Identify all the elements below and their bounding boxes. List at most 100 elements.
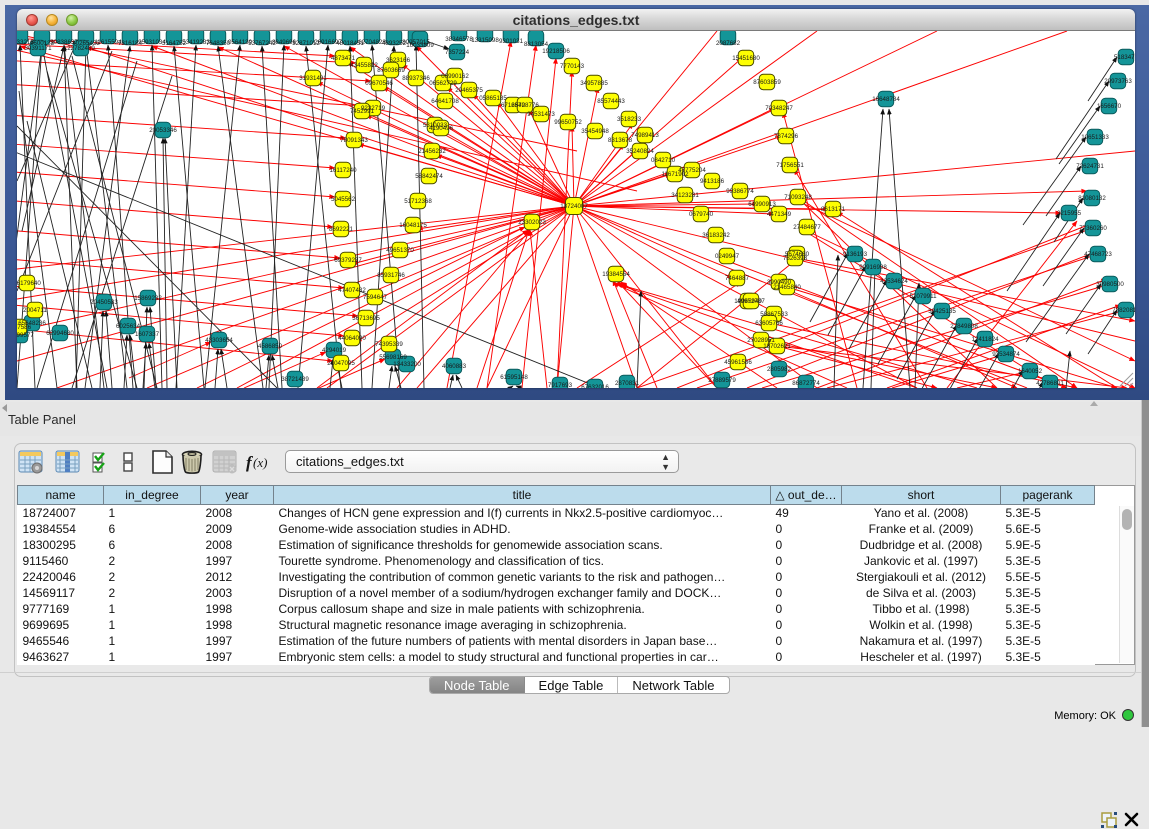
svg-text:78091343: 78091343 <box>340 137 368 144</box>
svg-text:29973763: 29973763 <box>1104 78 1132 85</box>
svg-text:43699577: 43699577 <box>17 332 34 339</box>
svg-text:72624731: 72624731 <box>1076 163 1104 170</box>
svg-text:20053346: 20053346 <box>149 127 177 134</box>
svg-text:11671902: 11671902 <box>661 171 689 178</box>
svg-text:7826398: 7826398 <box>783 255 808 262</box>
svg-text:(x): (x) <box>253 455 267 470</box>
svg-text:28498776: 28498776 <box>511 102 539 109</box>
svg-text:30980500: 30980500 <box>1096 281 1124 288</box>
svg-text:8692221: 8692221 <box>329 226 354 233</box>
svg-text:49972787: 49972787 <box>737 298 765 305</box>
svg-text:16033809: 16033809 <box>406 42 434 49</box>
svg-text:06990162: 06990162 <box>441 73 469 80</box>
svg-text:9301031: 9301031 <box>499 38 524 45</box>
svg-text:85931746: 85931746 <box>377 272 405 279</box>
svg-text:1640052: 1640052 <box>1018 368 1043 375</box>
svg-text:8613171: 8613171 <box>821 206 846 213</box>
svg-text:09670546: 09670546 <box>365 80 393 87</box>
svg-text:42786801: 42786801 <box>1036 380 1064 387</box>
svg-text:55698169: 55698169 <box>379 354 407 361</box>
svg-text:7917693: 7917693 <box>548 382 573 388</box>
svg-text:05865185: 05865185 <box>479 95 507 102</box>
svg-text:38346578: 38346578 <box>445 36 473 43</box>
svg-text:38721489: 38721489 <box>281 376 309 383</box>
svg-text:43455812: 43455812 <box>350 62 378 69</box>
svg-text:94531473: 94531473 <box>527 111 555 118</box>
svg-text:27889579: 27889579 <box>708 377 736 384</box>
svg-text:87603859: 87603859 <box>753 79 781 86</box>
svg-text:13315098: 13315098 <box>471 37 499 44</box>
svg-text:27484677: 27484677 <box>793 224 821 231</box>
svg-text:99386774: 99386774 <box>726 188 754 195</box>
svg-text:74989413: 74989413 <box>631 132 659 139</box>
svg-text:0679740: 0679740 <box>689 211 714 218</box>
svg-text:35454948: 35454948 <box>581 128 609 135</box>
svg-text:49651370: 49651370 <box>386 247 414 254</box>
svg-text:7357224: 7357224 <box>445 49 470 56</box>
svg-text:23302023: 23302023 <box>518 219 546 226</box>
svg-text:45961586: 45961586 <box>724 359 752 366</box>
svg-text:2805982: 2805982 <box>767 366 792 373</box>
svg-text:36713695: 36713695 <box>352 315 380 322</box>
svg-text:77360260: 77360260 <box>1079 225 1107 232</box>
svg-text:8313678: 8313678 <box>608 137 633 144</box>
svg-text:62994680: 62994680 <box>46 330 74 337</box>
svg-text:9413186: 9413186 <box>700 178 725 185</box>
svg-text:5045562: 5045562 <box>331 196 356 203</box>
svg-text:71756551: 71756551 <box>776 162 804 169</box>
svg-text:74395339: 74395339 <box>375 341 403 348</box>
svg-text:4586850: 4586850 <box>258 343 283 350</box>
svg-text:31931491: 31931491 <box>299 75 327 82</box>
svg-text:30391171: 30391171 <box>24 45 52 52</box>
svg-text:8813054: 8813054 <box>524 41 549 48</box>
svg-text:64641708: 64641708 <box>431 98 459 105</box>
svg-text:70348247: 70348247 <box>765 105 793 112</box>
svg-text:20450533: 20450533 <box>90 299 118 306</box>
svg-text:10651333: 10651333 <box>1081 134 1109 141</box>
svg-text:63605766: 63605766 <box>755 320 783 327</box>
svg-text:44064090: 44064090 <box>338 335 366 342</box>
svg-text:15451680: 15451680 <box>732 55 760 62</box>
svg-text:16648784: 16648784 <box>872 96 900 103</box>
svg-text:4471349: 4471349 <box>767 211 792 218</box>
svg-text:22782489: 22782489 <box>67 45 95 52</box>
svg-text:2870831: 2870831 <box>615 380 640 387</box>
svg-text:7594647: 7594647 <box>363 294 388 301</box>
svg-text:47407482: 47407482 <box>338 287 366 294</box>
svg-text:7452991: 7452991 <box>350 108 375 115</box>
svg-text:93534874: 93534874 <box>992 351 1020 358</box>
svg-text:87603669: 87603669 <box>377 67 405 74</box>
svg-text:7874296: 7874296 <box>774 133 799 140</box>
svg-text:18724007: 18724007 <box>560 203 588 210</box>
svg-text:43534624: 43534624 <box>880 278 908 285</box>
svg-text:9136193: 9136193 <box>843 251 868 258</box>
svg-text:61595148: 61595148 <box>500 374 528 381</box>
svg-text:4060883: 4060883 <box>442 363 467 370</box>
svg-text:34957885: 34957885 <box>580 80 608 87</box>
svg-text:3518233: 3518233 <box>617 116 642 123</box>
svg-text:67632016: 67632016 <box>581 384 609 388</box>
svg-text:18702621: 18702621 <box>763 343 791 350</box>
svg-text:58867533: 58867533 <box>760 311 788 318</box>
svg-text:99650752: 99650752 <box>554 119 582 126</box>
svg-text:16117240: 16117240 <box>329 167 357 174</box>
svg-text:34123281: 34123281 <box>671 192 699 199</box>
svg-text:51712368: 51712368 <box>404 198 432 205</box>
svg-text:4873471: 4873471 <box>331 55 356 62</box>
svg-text:36183242: 36183242 <box>702 232 730 239</box>
svg-text:0842710: 0842710 <box>651 157 676 164</box>
svg-text:43303654: 43303654 <box>205 337 233 344</box>
svg-text:1656670: 1656670 <box>1097 103 1122 110</box>
svg-text:5183473: 5183473 <box>1114 54 1135 61</box>
svg-text:4190496: 4190496 <box>429 125 454 132</box>
svg-text:21456232: 21456232 <box>418 148 446 155</box>
svg-text:19384554: 19384554 <box>602 271 630 278</box>
svg-text:85574443: 85574443 <box>597 98 625 105</box>
svg-text:19218506: 19218506 <box>542 48 570 55</box>
svg-text:2087682: 2087682 <box>716 40 741 47</box>
svg-text:2004711: 2004711 <box>23 307 47 314</box>
svg-text:71093248: 71093248 <box>784 194 812 201</box>
svg-text:88937346: 88937346 <box>402 75 430 82</box>
svg-text:12411824: 12411824 <box>971 336 999 343</box>
svg-text:58842474: 58842474 <box>415 173 443 180</box>
